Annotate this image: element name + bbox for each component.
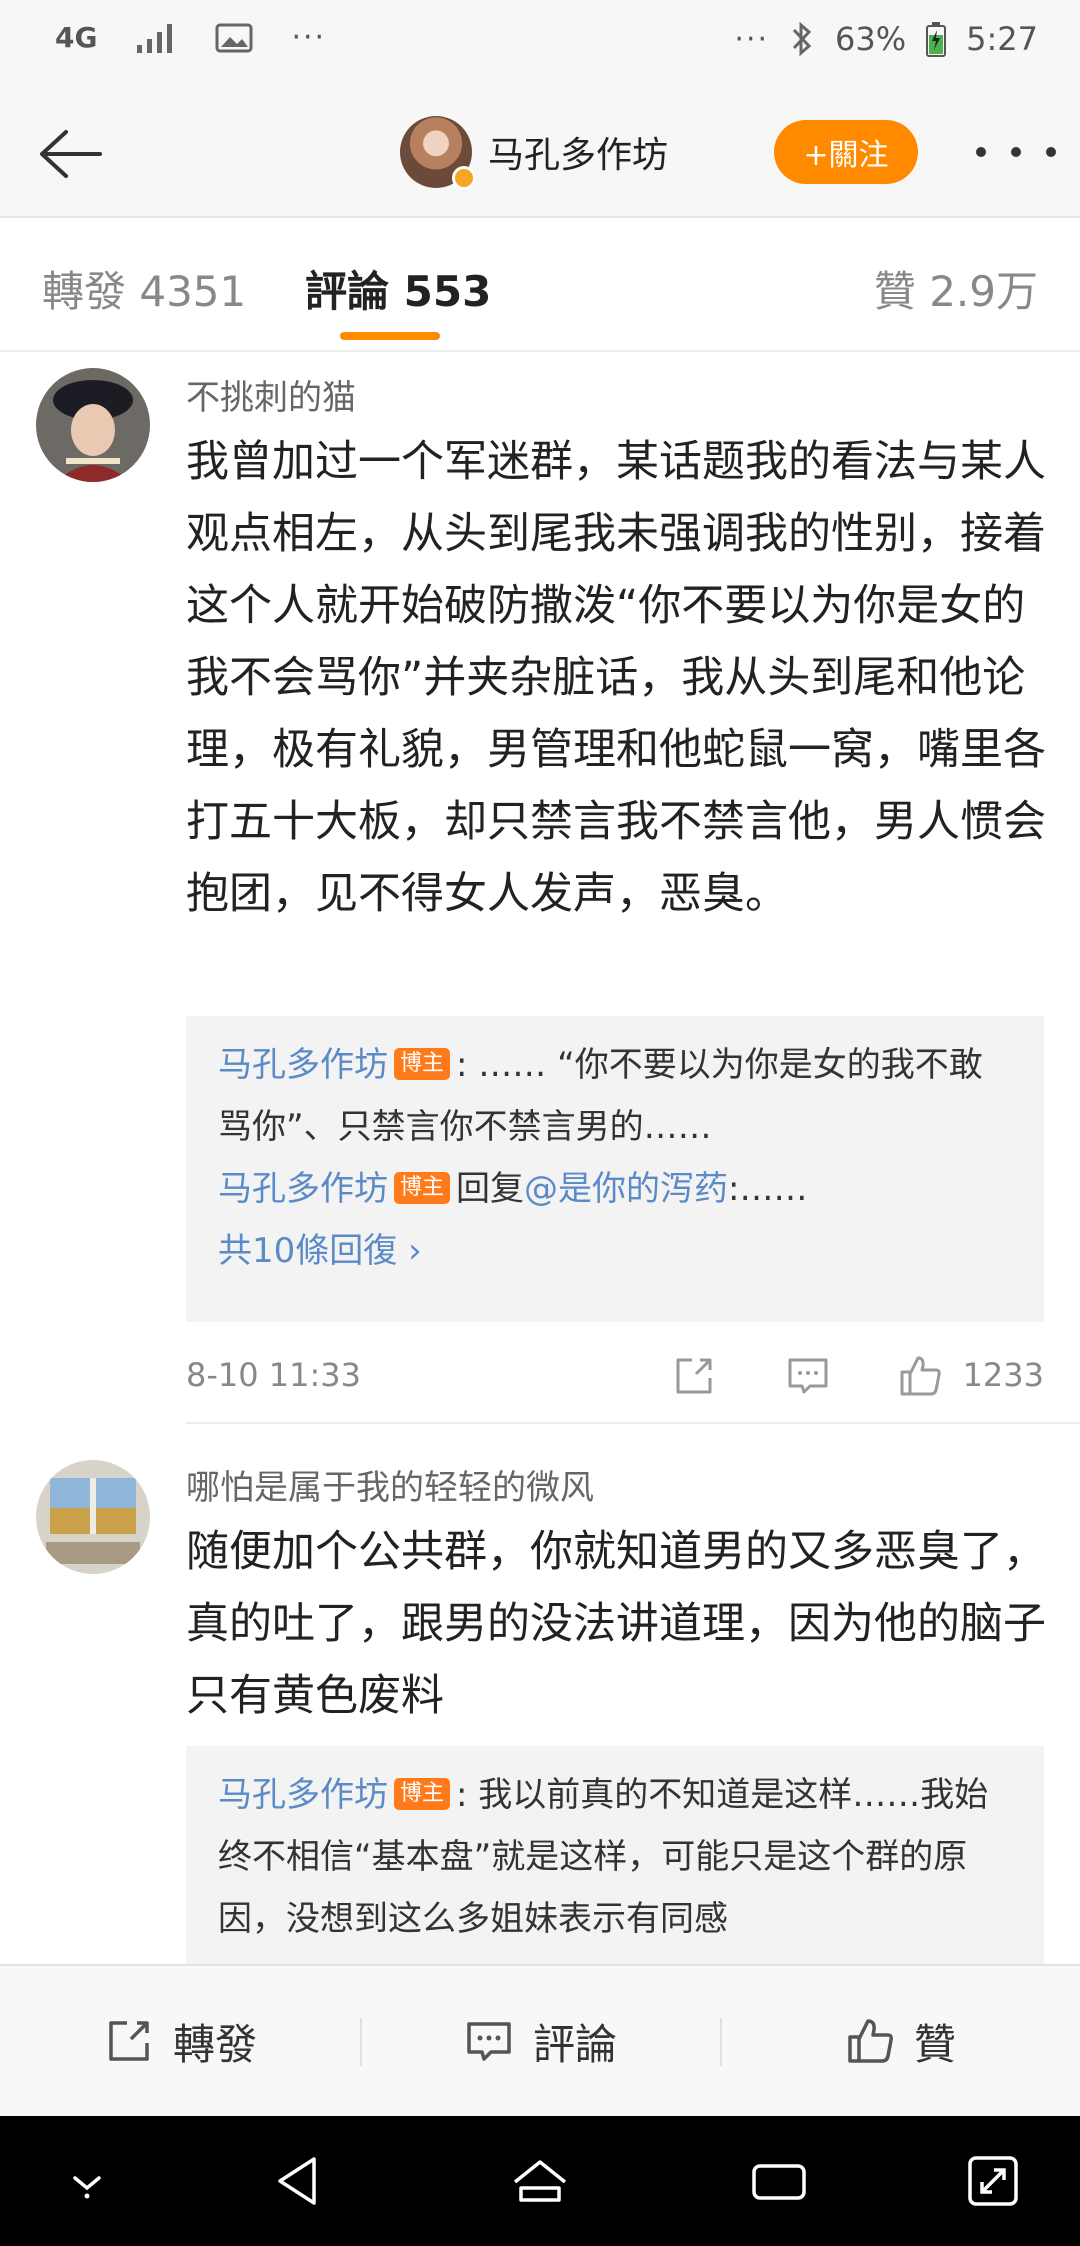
reply-prefix: 回复 [456, 1169, 525, 1209]
back-button[interactable] [28, 118, 108, 190]
home-icon [513, 2160, 567, 2202]
reply-item: 马孔多作坊 博主 回复@是你的泻药:…… [218, 1158, 1012, 1220]
author-avatar[interactable] [400, 116, 476, 190]
author-badge: 博主 [394, 1048, 451, 1080]
comment-text: 随便加个公共群，你就知道男的又多恶臭了，真的吐了，跟男的没法讲道理，因为他的脑子… [186, 1527, 1046, 1721]
status-bar: 4G ··· ··· 63% 5:27 [0, 0, 1080, 90]
system-back-button[interactable] [264, 2146, 334, 2216]
reply-box[interactable]: 马孔多作坊 博主: 我以前真的不知道是这样……我始终不相信“基本盘”就是这样，可能… [186, 1746, 1044, 1976]
avatar-image [36, 1460, 150, 1574]
reply-comment-button[interactable] [784, 1352, 832, 1408]
network-indicator: 4G [55, 20, 98, 54]
comment-button[interactable]: 評論 [360, 1966, 720, 2116]
reply-content: :…… [728, 1169, 808, 1209]
tab-comments[interactable]: 評論 553 [305, 258, 491, 319]
reply-item: 马孔多作坊 博主: 我以前真的不知道是这样……我始终不相信“基本盘”就是这样，可能… [218, 1764, 1012, 1950]
bottom-action-bar: 轉發 評論 贊 [0, 1964, 1080, 2116]
more-notifications-icon: ··· [291, 20, 327, 55]
back-arrow-icon [40, 130, 102, 178]
dot-icon [1011, 147, 1021, 157]
author-badge: 博主 [394, 1172, 451, 1204]
author-badge: 博主 [394, 1778, 451, 1810]
active-tab-indicator [340, 332, 440, 340]
reply-box[interactable]: 马孔多作坊 博主: …… “你不要以为你是女的我不敢骂你”、只禁言你不禁言男的……… [186, 1016, 1044, 1322]
rotate-screen-button[interactable] [958, 2146, 1028, 2216]
like-comment-button[interactable] [896, 1352, 944, 1408]
system-home-button[interactable] [505, 2146, 575, 2216]
comment-text: 我曾加过一个军迷群，某话题我的看法与某人观点相左，从头到尾我未强调我的性别，接着… [186, 437, 1046, 919]
comment-icon [467, 2022, 511, 2061]
thumbs-up-icon [900, 1356, 941, 1396]
hide-nav-button[interactable] [52, 2146, 122, 2216]
image-notification-icon [215, 23, 253, 52]
comment-label: 評論 [532, 2019, 617, 2069]
mention-link[interactable]: @是你的泻药 [524, 1169, 728, 1209]
follow-button[interactable]: +關注 [774, 120, 918, 184]
comment-meta: 8-10 11:33 1233 [186, 1346, 1044, 1406]
battery-charging-icon [926, 22, 947, 57]
more-options-button[interactable] [976, 130, 1056, 174]
battery-percent: 63% [835, 20, 907, 58]
reply-user-link[interactable]: 马孔多作坊 [218, 1169, 388, 1209]
comment-time: 8-10 11:33 [186, 1356, 362, 1394]
top-nav: 马孔多作坊 +關注 [0, 90, 1080, 218]
tab-reposts[interactable]: 轉發 4351 [42, 258, 246, 319]
like-button[interactable]: 贊 [720, 1966, 1080, 2116]
comment-divider [186, 1422, 1080, 1424]
bluetooth-icon [792, 21, 812, 57]
dot-icon [1046, 147, 1056, 157]
commenter-avatar[interactable] [36, 368, 150, 482]
signal-icon [137, 23, 173, 53]
author-name[interactable]: 马孔多作坊 [488, 126, 668, 178]
commenter-name[interactable]: 哪怕是属于我的轻轻的微风 [186, 1460, 594, 1509]
commenter-name[interactable]: 不挑刺的猫 [186, 370, 356, 419]
tab-likes[interactable]: 贊 2.9万 [874, 258, 1038, 319]
reply-user-link[interactable]: 马孔多作坊 [218, 1775, 388, 1815]
share-icon [676, 1358, 712, 1394]
repost-label: 轉發 [172, 2019, 257, 2069]
dot-icon [976, 147, 986, 157]
like-label: 贊 [913, 2019, 956, 2069]
back-triangle-icon [278, 2157, 316, 2205]
post-tabs: 轉發 4351 評論 553 贊 2.9万 [0, 218, 1080, 352]
verified-badge-icon [452, 166, 476, 190]
recents-icon [752, 2164, 806, 2200]
reply-item: 马孔多作坊 博主: …… “你不要以为你是女的我不敢骂你”、只禁言你不禁言男的…… [218, 1034, 1012, 1158]
clock: 5:27 [966, 20, 1038, 58]
comment-icon [788, 1358, 828, 1394]
system-nav-bar [0, 2116, 1080, 2246]
avatar-image [36, 368, 150, 482]
like-count: 1233 [962, 1356, 1044, 1394]
reply-user-link[interactable]: 马孔多作坊 [218, 1045, 388, 1085]
chevron-down-icon [73, 2176, 101, 2199]
thumbs-up-icon [848, 2019, 893, 2063]
view-more-replies-link[interactable]: 共10條回復 › [218, 1220, 1012, 1282]
system-recents-button[interactable] [744, 2146, 814, 2216]
rotate-icon [968, 2156, 1018, 2206]
more-status-icon: ··· [734, 21, 770, 57]
repost-icon [109, 2021, 149, 2061]
repost-button[interactable]: 轉發 [0, 1966, 360, 2116]
share-comment-button[interactable] [670, 1352, 718, 1408]
commenter-avatar[interactable] [36, 1460, 150, 1574]
